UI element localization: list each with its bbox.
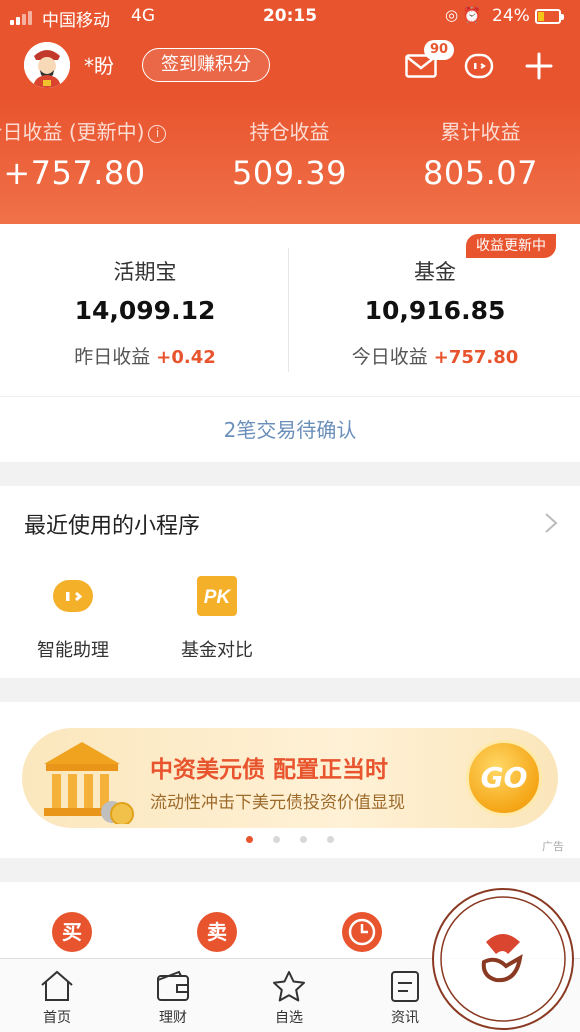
bank-building-icon bbox=[44, 742, 134, 824]
home-icon bbox=[41, 970, 73, 1001]
battery-icon bbox=[535, 9, 564, 24]
ad-subtitle: 流动性冲击下美元债投资价值显现 bbox=[150, 793, 405, 813]
asset-amount: 10,916.85 bbox=[364, 296, 506, 325]
status-bar: 中国移动 4G 20:15 ◎ ⏰ 24% bbox=[0, 0, 580, 34]
asset-earning: 昨日收益 +0.42 bbox=[0, 342, 290, 369]
tab-label: 理财 bbox=[159, 1010, 187, 1026]
earning-value: +0.42 bbox=[156, 347, 216, 368]
carousel-dot[interactable] bbox=[327, 836, 334, 843]
divider bbox=[288, 248, 289, 372]
pending-transactions-link[interactable]: 2笔交易待确认 bbox=[0, 396, 580, 462]
assistant-icon[interactable] bbox=[463, 50, 495, 82]
today-profit-label: 今日收益 (更新中) bbox=[0, 120, 145, 144]
carousel-dot[interactable] bbox=[246, 836, 253, 843]
holding-profit-label: 持仓收益 bbox=[249, 120, 330, 144]
add-icon[interactable] bbox=[523, 50, 555, 82]
assets-card: 收益更新中 活期宝 14,099.12 昨日收益 +0.42 基金 10,916… bbox=[0, 224, 580, 396]
go-button[interactable]: GO bbox=[466, 740, 542, 816]
total-profit-value: 805.07 bbox=[423, 154, 538, 192]
chevron-right-icon[interactable] bbox=[544, 512, 558, 534]
mini-program-fund-compare[interactable]: PK 基金对比 bbox=[162, 574, 272, 662]
seal-logo-icon bbox=[440, 896, 566, 1022]
update-status-badge: 收益更新中 bbox=[466, 234, 556, 258]
pk-icon: PK bbox=[197, 576, 237, 616]
holding-profit-value: 509.39 bbox=[232, 154, 347, 192]
signin-button[interactable]: 签到赚积分 bbox=[142, 48, 270, 82]
tab-wealth[interactable]: 理财 bbox=[133, 969, 213, 1027]
profit-summary: 今日收益 (更新中)i +757.80 持仓收益 509.39 累计收益 805… bbox=[0, 98, 580, 224]
news-icon bbox=[391, 971, 419, 1002]
watermark-seal bbox=[432, 888, 574, 1030]
asset-amount: 14,099.12 bbox=[74, 296, 216, 325]
info-icon[interactable]: i bbox=[148, 125, 167, 143]
robot-icon bbox=[53, 580, 93, 612]
battery-percent: 24% bbox=[492, 6, 530, 26]
carousel-dot[interactable] bbox=[300, 836, 307, 843]
app-header: *盼 签到赚积分 90 bbox=[0, 34, 580, 98]
asset-name: 活期宝 bbox=[113, 260, 177, 284]
tab-news[interactable]: 资讯 bbox=[365, 969, 445, 1027]
tab-watchlist[interactable]: 自选 bbox=[249, 969, 329, 1027]
tab-label: 首页 bbox=[43, 1010, 71, 1026]
ad-banner[interactable]: 中资美元债 配置正当时 流动性冲击下美元债投资价值显现 GO bbox=[22, 728, 558, 828]
sell-button[interactable]: 卖 bbox=[197, 912, 237, 952]
tab-home[interactable]: 首页 bbox=[17, 969, 97, 1027]
earning-label: 昨日收益 bbox=[74, 346, 151, 368]
asset-earning: 今日收益 +757.80 bbox=[290, 342, 580, 369]
section-title: 最近使用的小程序 bbox=[24, 514, 201, 539]
ad-section: 中资美元债 配置正当时 流动性冲击下美元债投资价值显现 GO 广告 bbox=[0, 702, 580, 858]
alarm-icon: ◎ ⏰ bbox=[445, 6, 482, 24]
mini-program-label: 智能助理 bbox=[37, 640, 109, 661]
today-profit-value: +757.80 bbox=[3, 154, 146, 192]
recent-mini-programs: 最近使用的小程序 智能助理 PK 基金对比 bbox=[0, 486, 580, 678]
earning-label: 今日收益 bbox=[351, 346, 428, 368]
god-of-wealth-icon bbox=[24, 42, 70, 88]
total-profit-label: 累计收益 bbox=[440, 120, 521, 144]
mini-program-assistant[interactable]: 智能助理 bbox=[18, 574, 128, 662]
carousel-dot[interactable] bbox=[273, 836, 280, 843]
message-count-badge: 90 bbox=[424, 40, 454, 60]
ad-label: 广告 bbox=[542, 840, 564, 853]
username[interactable]: *盼 bbox=[84, 50, 114, 79]
clock-icon-glyph bbox=[348, 918, 376, 946]
tab-label: 自选 bbox=[275, 1010, 303, 1026]
ad-title: 中资美元债 配置正当时 bbox=[150, 757, 389, 783]
avatar[interactable] bbox=[24, 42, 70, 88]
buy-button[interactable]: 买 bbox=[52, 912, 92, 952]
pk-icon-text: PK bbox=[204, 587, 232, 608]
clock-icon[interactable] bbox=[342, 912, 382, 952]
tab-label: 资讯 bbox=[391, 1010, 419, 1026]
carousel-indicator bbox=[0, 836, 580, 843]
earning-value: +757.80 bbox=[433, 347, 519, 368]
asset-name: 基金 bbox=[414, 260, 456, 284]
mini-program-label: 基金对比 bbox=[181, 640, 253, 661]
wallet-icon bbox=[157, 970, 189, 1001]
star-icon bbox=[273, 971, 305, 1002]
